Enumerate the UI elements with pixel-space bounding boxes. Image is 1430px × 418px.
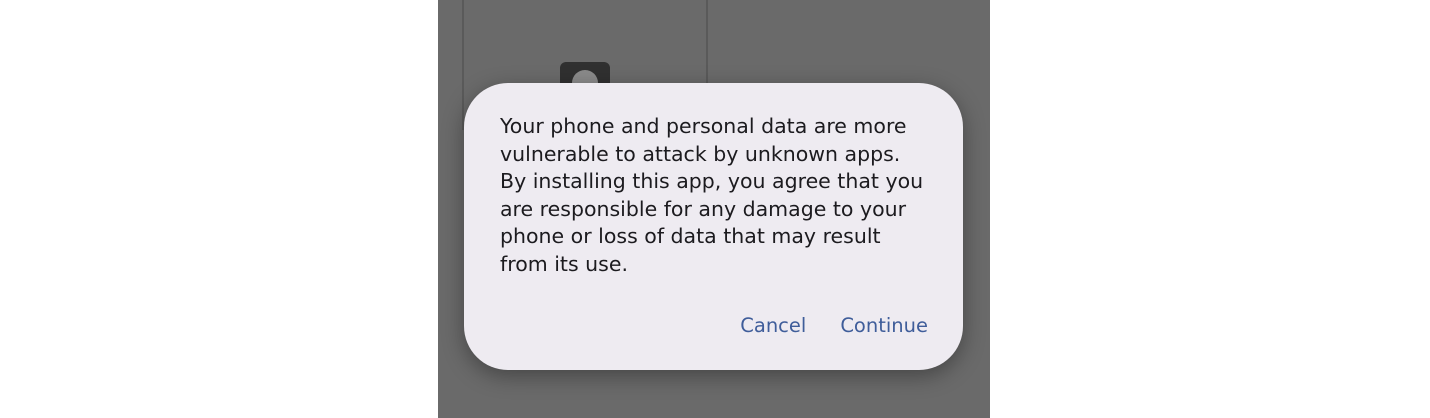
page-canvas: Your phone and personal data are more vu… [0,0,1430,418]
cancel-button[interactable]: Cancel [740,313,806,339]
dialog-message: Your phone and personal data are more vu… [500,114,924,276]
dialog-actions: Cancel Continue [740,313,928,339]
unknown-apps-warning-dialog: Your phone and personal data are more vu… [464,83,963,370]
continue-button[interactable]: Continue [840,313,928,339]
phone-screen-dimmed: Your phone and personal data are more vu… [438,0,990,418]
